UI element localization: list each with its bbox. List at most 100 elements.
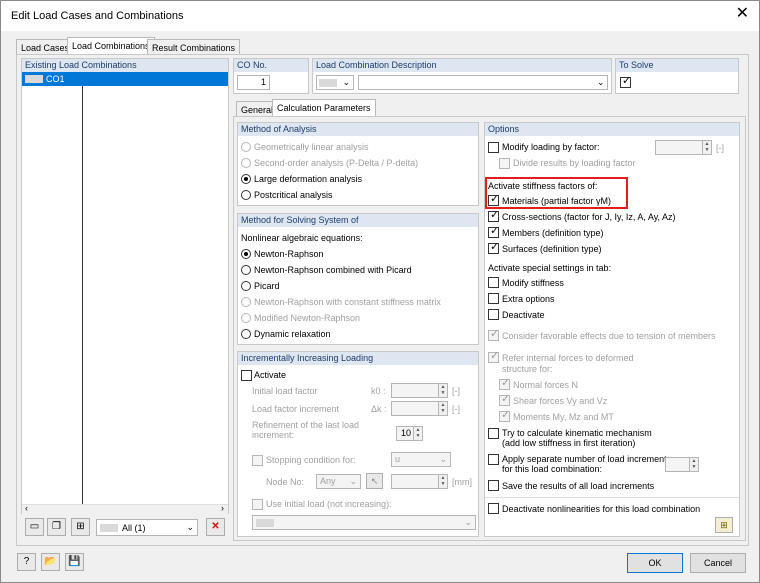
solving-method-header: Method for Solving System of bbox=[238, 214, 478, 227]
radio-second-order[interactable] bbox=[241, 158, 251, 168]
kinematic-label: Try to calculate kinematic mechanism bbox=[502, 428, 652, 438]
radio-newton-raphson[interactable] bbox=[241, 249, 251, 259]
radio-newton-picard[interactable] bbox=[241, 265, 251, 275]
stopping-value-unit: [mm] bbox=[452, 477, 472, 487]
copy-combination-icon[interactable]: ❐ bbox=[47, 518, 66, 536]
solving-method-panel: Method for Solving System of Nonlinear a… bbox=[237, 213, 479, 345]
tab-result-combinations[interactable]: Result Combinations bbox=[147, 39, 241, 55]
refer-forces-label: Refer internal forces to deformed bbox=[502, 353, 634, 363]
incremental-loading-header: Incrementally Increasing Loading bbox=[238, 352, 478, 365]
generate-combination-icon[interactable]: ⊞ bbox=[71, 518, 90, 536]
refer-forces-label-2: structure for: bbox=[502, 364, 553, 374]
postcritical-label: Postcritical analysis bbox=[254, 190, 333, 200]
open-icon[interactable]: 📂 bbox=[41, 553, 60, 571]
window-title: Edit Load Cases and Combinations bbox=[11, 10, 184, 22]
description-input[interactable] bbox=[358, 75, 608, 90]
refinement-label: Refinement of the last load increment: bbox=[252, 420, 360, 440]
chevron-down-icon: ⌄ bbox=[597, 77, 605, 87]
activate-checkbox[interactable] bbox=[241, 370, 252, 381]
increment-input[interactable] bbox=[391, 401, 439, 416]
radio-modified-newton[interactable] bbox=[241, 313, 251, 323]
title-bar: Edit Load Cases and Combinations ✕ bbox=[1, 1, 759, 31]
tab-load-cases[interactable]: Load Cases bbox=[16, 39, 75, 55]
kinematic-checkbox[interactable] bbox=[488, 428, 499, 439]
refinement-input[interactable]: 10 bbox=[396, 426, 414, 441]
scroll-right-icon[interactable]: › bbox=[221, 503, 224, 513]
nonlinear-equations-label: Nonlinear algebraic equations: bbox=[241, 233, 363, 243]
filter-select[interactable]: All (1) ⌄ bbox=[96, 519, 198, 536]
modify-loading-spinner[interactable]: ▲ ▼ bbox=[702, 140, 712, 155]
modify-loading-input[interactable] bbox=[655, 140, 703, 155]
deactivate-label: Deactivate bbox=[502, 310, 545, 320]
node-select[interactable]: Any ⌄ bbox=[316, 474, 361, 489]
stopping-checkbox[interactable] bbox=[252, 455, 263, 466]
moments-checkbox[interactable]: ✓ bbox=[499, 409, 510, 422]
pick-node-icon[interactable]: ↖ bbox=[366, 473, 383, 489]
separate-increments-spinner[interactable]: ▲ ▼ bbox=[689, 457, 699, 472]
radio-picard[interactable] bbox=[241, 281, 251, 291]
node-no-label: Node No: bbox=[266, 477, 305, 487]
initial-factor-spinner[interactable]: ▲ ▼ bbox=[438, 383, 448, 398]
help-icon[interactable]: ? bbox=[17, 553, 36, 571]
to-solve-checkbox[interactable]: ✓ bbox=[620, 75, 631, 88]
favorable-effects-label: Consider favorable effects due to tensio… bbox=[502, 331, 716, 341]
scroll-left-icon[interactable]: ‹ bbox=[25, 503, 28, 513]
increment-unit: [-] bbox=[452, 404, 460, 414]
existing-combinations-header: Existing Load Combinations bbox=[22, 59, 228, 72]
cross-sections-checkbox[interactable]: ✓ bbox=[488, 209, 499, 222]
surfaces-checkbox[interactable]: ✓ bbox=[488, 241, 499, 254]
radio-geometrically-linear[interactable] bbox=[241, 142, 251, 152]
refinement-spinner[interactable]: ▲ ▼ bbox=[413, 426, 423, 441]
initial-factor-input[interactable] bbox=[391, 383, 439, 398]
save-results-checkbox[interactable] bbox=[488, 480, 499, 491]
dynamic-relaxation-label: Dynamic relaxation bbox=[254, 329, 331, 339]
filter-value: All (1) bbox=[122, 523, 146, 533]
members-checkbox[interactable]: ✓ bbox=[488, 225, 499, 238]
modify-stiffness-label: Modify stiffness bbox=[502, 278, 564, 288]
initial-load-select[interactable]: ⌄ bbox=[252, 515, 476, 530]
delete-icon[interactable]: ✕ bbox=[206, 518, 225, 536]
favorable-effects-checkbox[interactable]: ✓ bbox=[488, 328, 499, 341]
initial-load-checkbox[interactable] bbox=[252, 499, 263, 510]
cancel-button[interactable]: Cancel bbox=[690, 553, 746, 573]
radio-large-deformation[interactable] bbox=[241, 174, 251, 184]
description-color-select[interactable]: ⌄ bbox=[316, 75, 354, 90]
horizontal-scrollbar[interactable]: ‹ › bbox=[22, 503, 228, 514]
radio-constant-stiffness[interactable] bbox=[241, 297, 251, 307]
modify-loading-checkbox[interactable] bbox=[488, 142, 499, 153]
ok-button[interactable]: OK bbox=[627, 553, 683, 573]
settings-table-icon[interactable]: ⊞ bbox=[715, 517, 733, 533]
stopping-select[interactable]: u ⌄ bbox=[391, 452, 451, 467]
chevron-down-icon: ⌄ bbox=[439, 454, 447, 464]
modify-stiffness-checkbox[interactable] bbox=[488, 277, 499, 288]
new-combination-icon[interactable]: ▭ bbox=[25, 518, 44, 536]
co-no-panel: CO No. 1 bbox=[233, 58, 309, 94]
separate-increments-checkbox[interactable] bbox=[488, 454, 499, 465]
tab-calculation-parameters[interactable]: Calculation Parameters bbox=[272, 99, 376, 117]
tab-load-combinations[interactable]: Load Combinations bbox=[67, 37, 155, 55]
increment-spinner[interactable]: ▲ ▼ bbox=[438, 401, 448, 416]
initial-load-label: Use initial load (not increasing): bbox=[266, 499, 392, 509]
extra-options-checkbox[interactable] bbox=[488, 293, 499, 304]
highlight-box bbox=[485, 177, 628, 209]
shear-forces-label: Shear forces Vy and Vz bbox=[513, 396, 608, 406]
node-value: Any bbox=[320, 476, 336, 486]
co-no-input[interactable]: 1 bbox=[237, 75, 270, 90]
shear-forces-checkbox[interactable]: ✓ bbox=[499, 393, 510, 406]
stopping-value-spinner[interactable]: ▲ ▼ bbox=[438, 474, 448, 489]
normal-forces-checkbox[interactable]: ✓ bbox=[499, 377, 510, 390]
save-icon[interactable]: 💾 bbox=[65, 553, 84, 571]
refer-forces-checkbox[interactable]: ✓ bbox=[488, 350, 499, 363]
radio-postcritical[interactable] bbox=[241, 190, 251, 200]
close-icon[interactable]: ✕ bbox=[736, 6, 749, 22]
radio-dynamic-relaxation[interactable] bbox=[241, 329, 251, 339]
stopping-value-input[interactable] bbox=[391, 474, 439, 489]
increment-symbol: Δk : bbox=[371, 404, 387, 414]
divide-results-checkbox[interactable] bbox=[499, 158, 510, 169]
deactivate-nonlinearities-checkbox[interactable] bbox=[488, 503, 499, 514]
deactivate-checkbox[interactable] bbox=[488, 309, 499, 320]
incremental-loading-panel: Incrementally Increasing Loading Activat… bbox=[237, 351, 479, 537]
activate-label: Activate bbox=[254, 370, 287, 380]
separate-increments-input[interactable] bbox=[665, 457, 690, 472]
list-item[interactable]: CO1 bbox=[22, 72, 228, 86]
